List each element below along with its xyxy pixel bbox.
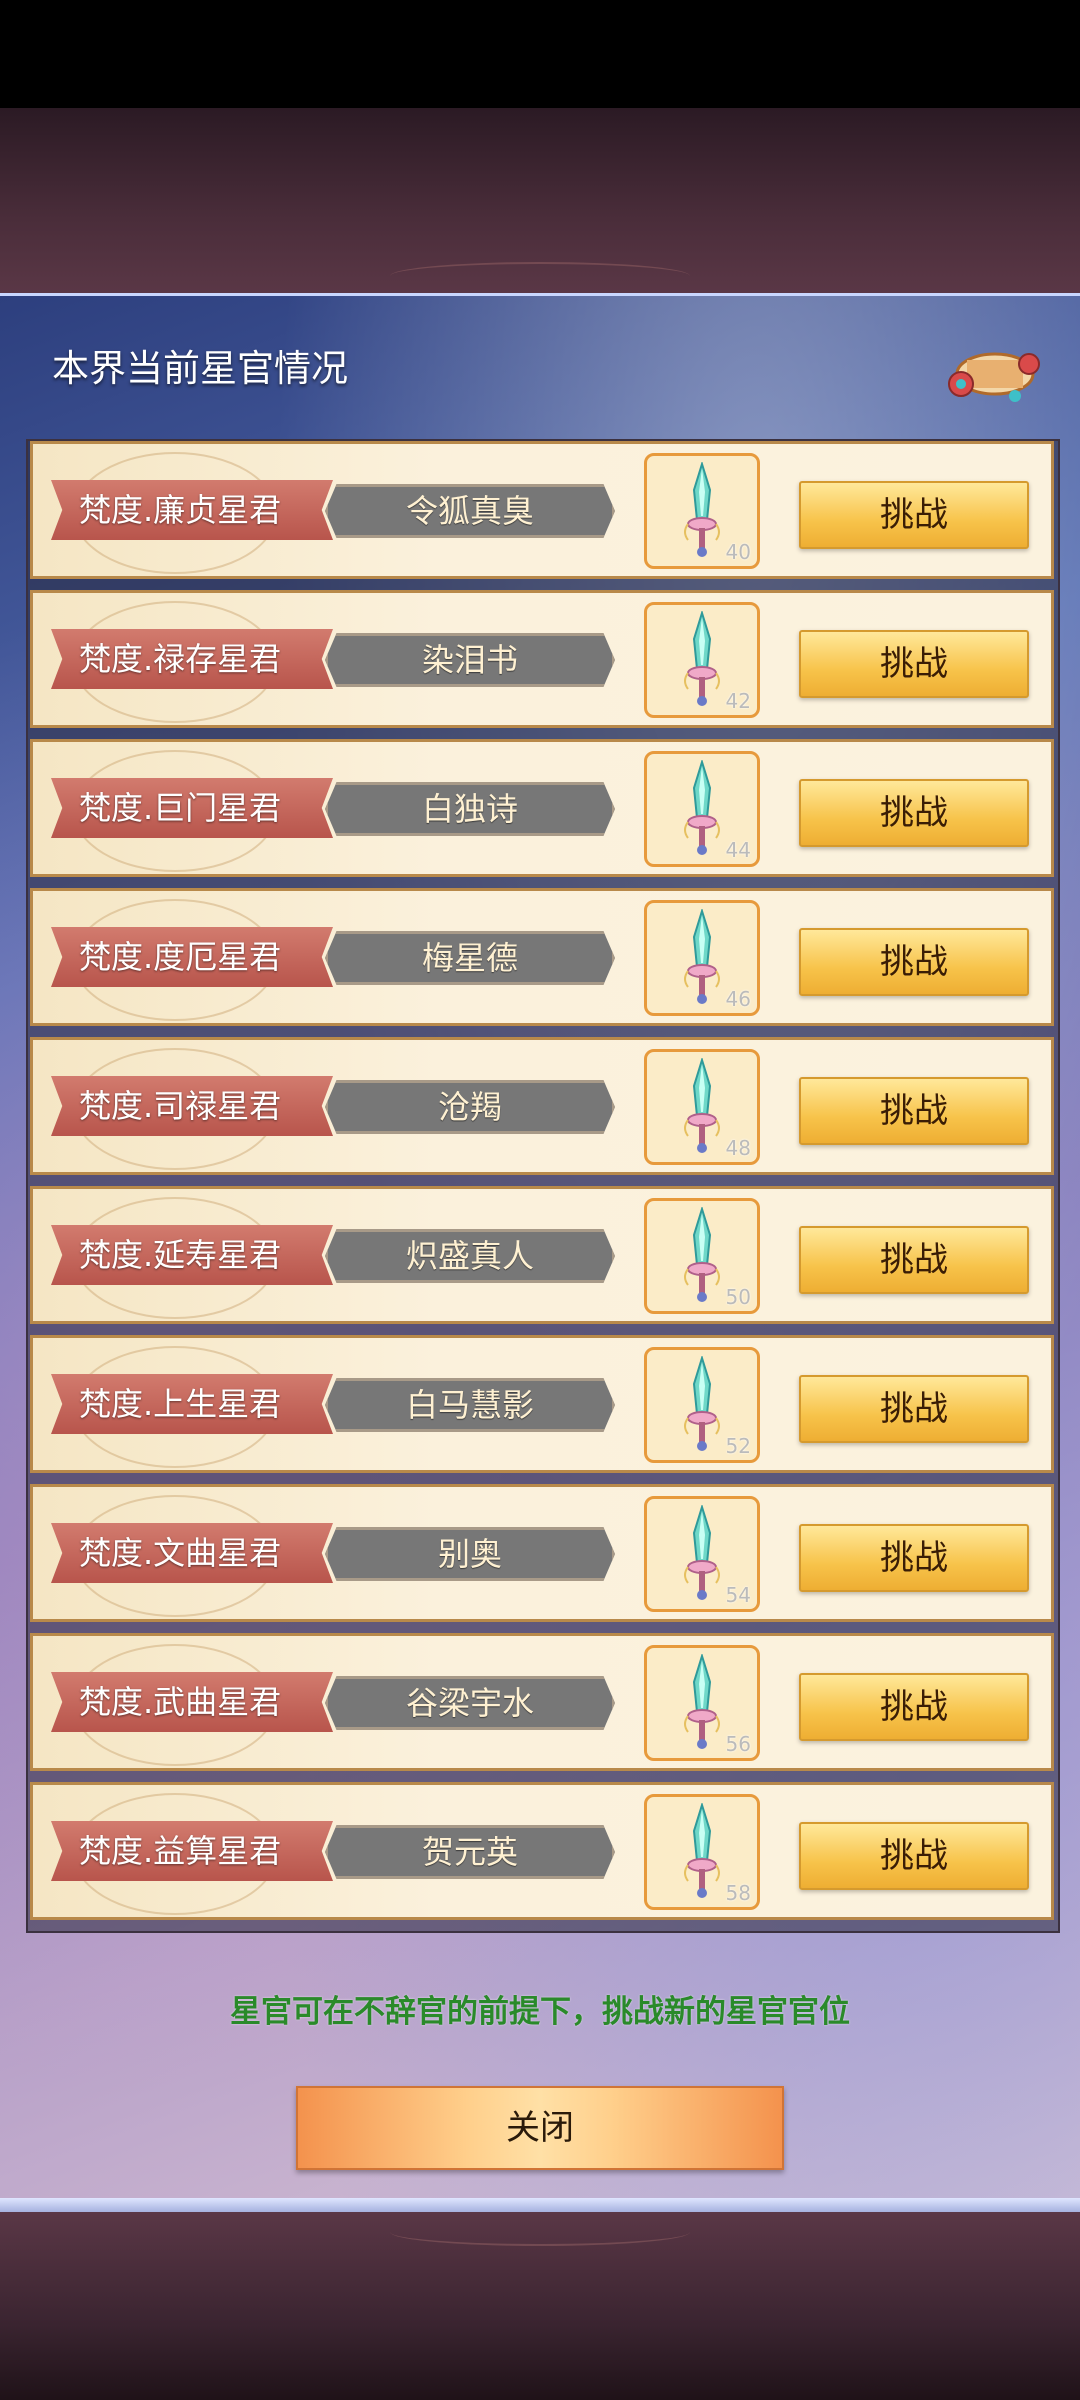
item-level: 44 [725, 838, 751, 862]
holder-name: 别奥 [325, 1527, 615, 1581]
official-row: 梵度.益算星君 贺元英 58 挑战 [30, 1782, 1054, 1920]
item-level: 46 [725, 987, 751, 1011]
holder-name: 贺元英 [325, 1825, 615, 1879]
official-title: 梵度.禄存星君 [51, 629, 333, 689]
official-row: 梵度.巨门星君 白独诗 44 挑战 [30, 739, 1054, 877]
bottom-ornament [390, 2218, 690, 2246]
holder-name: 令狐真臭 [325, 484, 615, 538]
holder-name: 炽盛真人 [325, 1229, 615, 1283]
item-level: 52 [725, 1434, 751, 1458]
holder-name: 谷梁宇水 [325, 1676, 615, 1730]
official-title: 梵度.度厄星君 [51, 927, 333, 987]
item-level: 40 [725, 540, 751, 564]
reward-item-slot[interactable]: 52 [644, 1347, 760, 1463]
official-row: 梵度.禄存星君 染泪书 42 挑战 [30, 590, 1054, 728]
official-row: 梵度.文曲星君 别奥 54 挑战 [30, 1484, 1054, 1622]
challenge-button[interactable]: 挑战 [799, 1673, 1029, 1741]
official-row: 梵度.上生星君 白马慧影 52 挑战 [30, 1335, 1054, 1473]
challenge-button[interactable]: 挑战 [799, 1077, 1029, 1145]
holder-name: 染泪书 [325, 633, 615, 687]
official-title: 梵度.武曲星君 [51, 1672, 333, 1732]
panel-title: 本界当前星官情况 [52, 347, 348, 390]
official-row: 梵度.度厄星君 梅星德 46 挑战 [30, 888, 1054, 1026]
reward-item-slot[interactable]: 50 [644, 1198, 760, 1314]
item-level: 58 [725, 1881, 751, 1905]
scroll-icon [945, 334, 1045, 412]
item-level: 50 [725, 1285, 751, 1309]
item-level: 54 [725, 1583, 751, 1607]
challenge-button[interactable]: 挑战 [799, 1822, 1029, 1890]
reward-item-slot[interactable]: 40 [644, 453, 760, 569]
item-level: 48 [725, 1136, 751, 1160]
reward-item-slot[interactable]: 48 [644, 1049, 760, 1165]
close-button[interactable]: 关闭 [296, 2086, 784, 2170]
reward-item-slot[interactable]: 54 [644, 1496, 760, 1612]
official-title: 梵度.文曲星君 [51, 1523, 333, 1583]
holder-name: 白马慧影 [325, 1378, 615, 1432]
holder-name: 沧羯 [325, 1080, 615, 1134]
official-title: 梵度.巨门星君 [51, 778, 333, 838]
official-row: 梵度.武曲星君 谷梁宇水 56 挑战 [30, 1633, 1054, 1771]
challenge-button[interactable]: 挑战 [799, 481, 1029, 549]
item-level: 42 [725, 689, 751, 713]
status-bar-area [0, 0, 1080, 108]
reward-item-slot[interactable]: 44 [644, 751, 760, 867]
star-official-panel: 本界当前星官情况 梵度.廉贞星君 令狐真臭 40 挑战 梵度.禄存星君 染泪书 42 挑战 梵度… [0, 293, 1080, 2215]
reward-item-slot[interactable]: 42 [644, 602, 760, 718]
challenge-button[interactable]: 挑战 [799, 779, 1029, 847]
official-title: 梵度.司禄星君 [51, 1076, 333, 1136]
official-row: 梵度.延寿星君 炽盛真人 50 挑战 [30, 1186, 1054, 1324]
official-title: 梵度.廉贞星君 [51, 480, 333, 540]
official-title: 梵度.上生星君 [51, 1374, 333, 1434]
top-ornament [390, 262, 690, 290]
tip-text: 星官可在不辞官的前提下，挑战新的星官官位 [230, 1994, 850, 2030]
challenge-button[interactable]: 挑战 [799, 1226, 1029, 1294]
official-title: 梵度.益算星君 [51, 1821, 333, 1881]
challenge-button[interactable]: 挑战 [799, 1524, 1029, 1592]
reward-item-slot[interactable]: 46 [644, 900, 760, 1016]
official-title: 梵度.延寿星君 [51, 1225, 333, 1285]
holder-name: 白独诗 [325, 782, 615, 836]
challenge-button[interactable]: 挑战 [799, 1375, 1029, 1443]
reward-item-slot[interactable]: 56 [644, 1645, 760, 1761]
reward-item-slot[interactable]: 58 [644, 1794, 760, 1910]
challenge-button[interactable]: 挑战 [799, 928, 1029, 996]
challenge-button[interactable]: 挑战 [799, 630, 1029, 698]
holder-name: 梅星德 [325, 931, 615, 985]
official-row: 梵度.廉贞星君 令狐真臭 40 挑战 [30, 441, 1054, 579]
official-row: 梵度.司禄星君 沧羯 48 挑战 [30, 1037, 1054, 1175]
item-level: 56 [725, 1732, 751, 1756]
official-list: 梵度.廉贞星君 令狐真臭 40 挑战 梵度.禄存星君 染泪书 42 挑战 梵度.巨门星君 白独诗 4… [26, 439, 1060, 1933]
